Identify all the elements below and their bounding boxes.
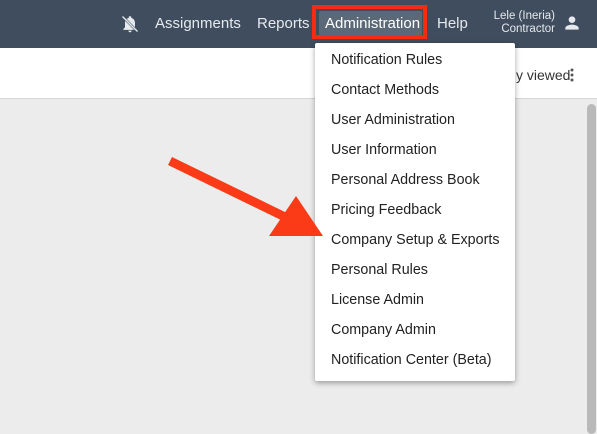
bell-off-icon[interactable] xyxy=(120,14,140,34)
menu-item-contact-methods[interactable]: Contact Methods xyxy=(331,75,439,105)
menu-item-user-administration[interactable]: User Administration xyxy=(331,105,455,135)
top-navigation-bar: Assignments Reports Administration Help … xyxy=(0,0,597,48)
recently-viewed-label[interactable]: y viewed xyxy=(516,67,570,83)
scrollbar-thumb[interactable] xyxy=(587,104,596,434)
menu-item-company-admin[interactable]: Company Admin xyxy=(331,315,436,345)
menu-item-personal-rules[interactable]: Personal Rules xyxy=(331,255,428,285)
menu-item-pricing-feedback[interactable]: Pricing Feedback xyxy=(331,195,441,225)
menu-item-company-setup-exports[interactable]: Company Setup & Exports xyxy=(331,225,499,255)
administration-dropdown-menu: Notification Rules Contact Methods User … xyxy=(315,43,515,381)
annotation-highlight-box xyxy=(312,5,427,39)
person-icon[interactable] xyxy=(562,13,582,33)
nav-help[interactable]: Help xyxy=(437,15,468,32)
kebab-icon[interactable] xyxy=(568,67,576,83)
menu-item-notification-rules[interactable]: Notification Rules xyxy=(331,45,442,75)
menu-item-personal-address-book[interactable]: Personal Address Book xyxy=(331,165,480,195)
nav-reports[interactable]: Reports xyxy=(257,15,310,32)
menu-item-license-admin[interactable]: License Admin xyxy=(331,285,424,315)
nav-assignments[interactable]: Assignments xyxy=(155,15,241,32)
menu-item-notification-center[interactable]: Notification Center (Beta) xyxy=(331,345,492,375)
menu-item-user-information[interactable]: User Information xyxy=(331,135,437,165)
user-role: Contractor xyxy=(501,23,555,35)
user-name[interactable]: Lele (Ineria) xyxy=(494,10,555,23)
